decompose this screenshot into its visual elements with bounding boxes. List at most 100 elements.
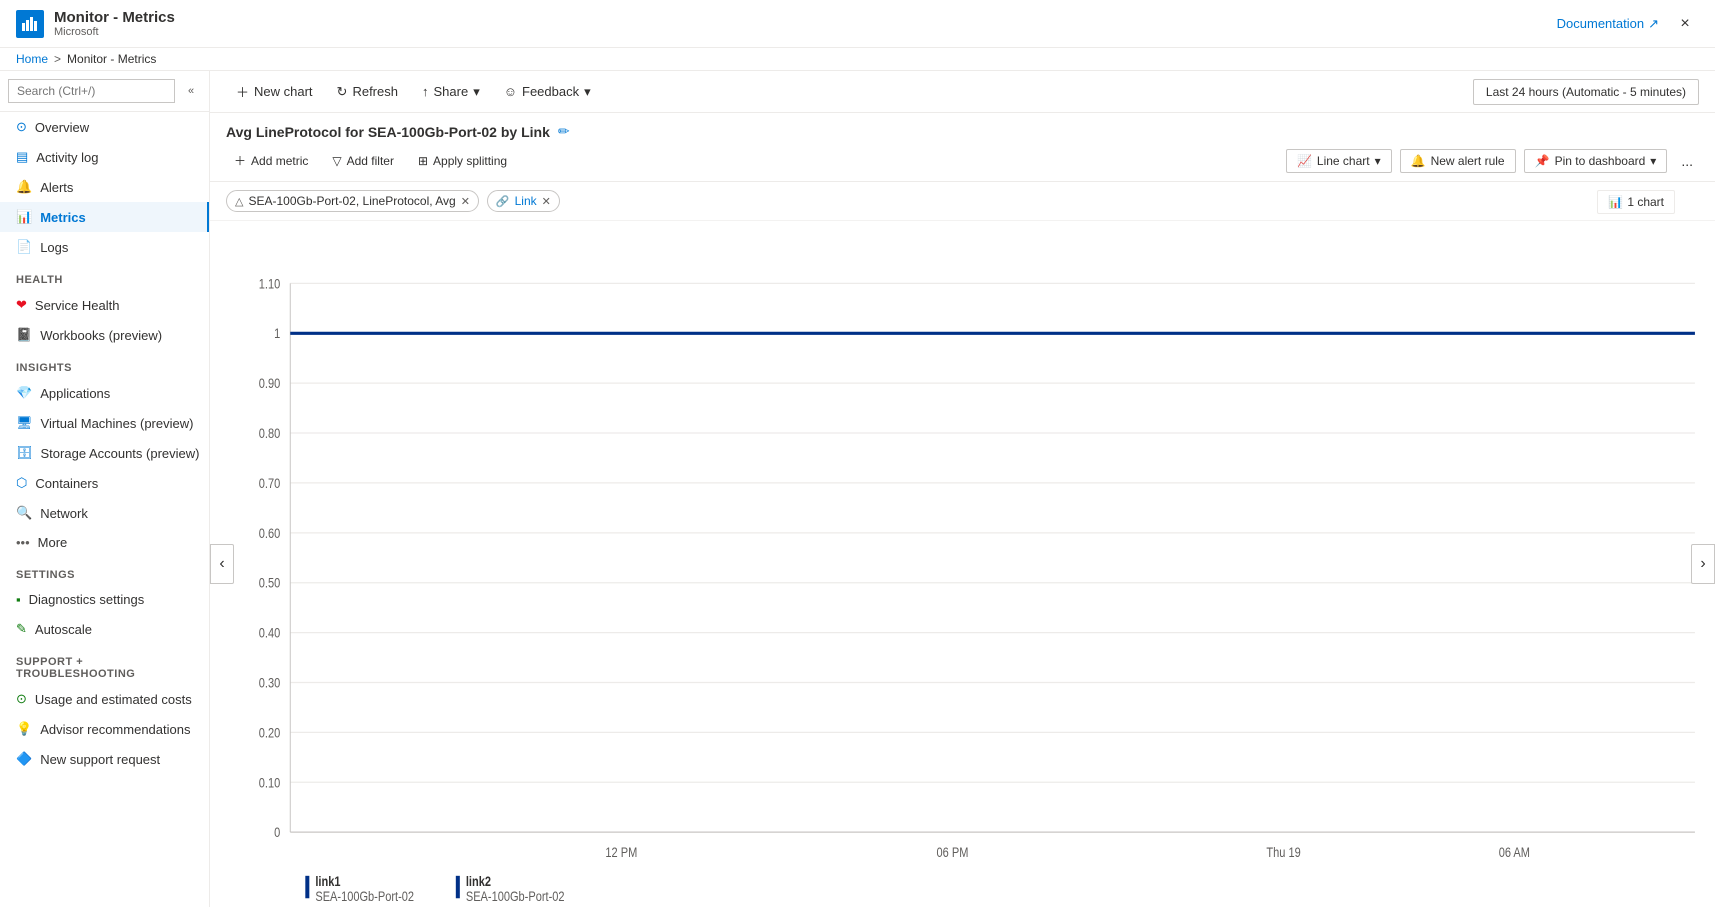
svg-text:0.10: 0.10: [259, 775, 281, 790]
add-metric-button[interactable]: ＋ Add metric: [226, 148, 316, 173]
sidebar-item-autoscale[interactable]: ✎ Autoscale: [0, 614, 209, 644]
feedback-icon: ☺: [504, 84, 517, 99]
chart-header: Avg LineProtocol for SEA-100Gb-Port-02 b…: [210, 113, 1715, 182]
chart-title-row: Avg LineProtocol for SEA-100Gb-Port-02 b…: [226, 123, 1699, 140]
svg-text:SEA-100Gb-Port-02: SEA-100Gb-Port-02: [466, 889, 565, 904]
link-tag-remove[interactable]: ✕: [542, 195, 551, 208]
applications-icon: 💎: [16, 385, 32, 401]
search-input[interactable]: [8, 79, 175, 103]
metric-tag-remove[interactable]: ✕: [461, 195, 470, 208]
chart-tags-row: △ SEA-100Gb-Port-02, LineProtocol, Avg ✕…: [210, 182, 1715, 221]
sidebar: « ⊙ Overview ▤ Activity log 🔔 Alerts 📊 M…: [0, 71, 210, 907]
sidebar-label-more: More: [38, 535, 68, 550]
main-toolbar: ＋ New chart ↻ Refresh ↑ Share ▾ ☺ Feedba…: [210, 71, 1715, 113]
metrics-icon: 📊: [16, 209, 32, 225]
sidebar-item-alerts[interactable]: 🔔 Alerts: [0, 172, 209, 202]
app-identity: Monitor - Metrics Microsoft: [16, 9, 175, 38]
chart-controls: ＋ Add metric ▽ Add filter ⊞ Apply splitt…: [226, 148, 1699, 181]
sidebar-label-network: Network: [40, 506, 88, 521]
network-icon: 🔍: [16, 505, 32, 521]
sidebar-label-containers: Containers: [35, 476, 98, 491]
sidebar-label-workbooks: Workbooks (preview): [40, 328, 162, 343]
sidebar-item-metrics[interactable]: 📊 Metrics: [0, 202, 209, 232]
svg-text:0.80: 0.80: [259, 426, 281, 441]
refresh-button[interactable]: ↻ Refresh: [327, 79, 408, 105]
sidebar-item-containers[interactable]: ⬡ Containers: [0, 468, 209, 498]
sidebar-item-more[interactable]: ••• More: [0, 528, 209, 557]
metric-tag-2[interactable]: 🔗 Link ✕: [487, 190, 560, 212]
link-tag-label: Link: [515, 194, 537, 208]
more-options-button[interactable]: ...: [1675, 149, 1699, 173]
sidebar-item-applications[interactable]: 💎 Applications: [0, 378, 209, 408]
sidebar-item-overview[interactable]: ⊙ Overview: [0, 112, 209, 142]
sidebar-label-overview: Overview: [35, 120, 89, 135]
edit-chart-title-icon[interactable]: ✏: [558, 123, 570, 140]
share-button[interactable]: ↑ Share ▾: [412, 79, 490, 105]
pin-icon: 📌: [1535, 154, 1550, 168]
sidebar-item-workbooks[interactable]: 📓 Workbooks (preview): [0, 320, 209, 350]
sidebar-item-service-health[interactable]: ❤ Service Health: [0, 290, 209, 320]
sidebar-label-activity-log: Activity log: [36, 150, 98, 165]
add-filter-icon: ▽: [332, 154, 341, 168]
sidebar-item-new-support[interactable]: 🔷 New support request: [0, 744, 209, 774]
chart-svg: 1.10 1 0.90 0.80 0.70 0.60 0.50 0.40: [210, 221, 1715, 907]
alerts-icon: 🔔: [16, 179, 32, 195]
breadcrumb-home[interactable]: Home: [16, 52, 48, 66]
refresh-icon: ↻: [337, 84, 348, 100]
service-health-icon: ❤: [16, 297, 27, 313]
svg-text:0.50: 0.50: [259, 576, 281, 591]
chart-body: △ SEA-100Gb-Port-02, LineProtocol, Avg ✕…: [210, 182, 1715, 907]
chart-nav-right[interactable]: ›: [1691, 544, 1715, 584]
sidebar-label-applications: Applications: [40, 386, 110, 401]
chart-count-label: 1 chart: [1627, 195, 1664, 209]
add-filter-button[interactable]: ▽ Add filter: [324, 150, 402, 172]
chart-controls-right: 📈 Line chart ▾ 🔔 New alert rule 📌 Pin to…: [1286, 149, 1699, 173]
sidebar-label-advisor: Advisor recommendations: [40, 722, 190, 737]
add-metric-icon: ＋: [234, 152, 246, 169]
sidebar-label-diagnostics: Diagnostics settings: [29, 592, 145, 607]
sidebar-item-logs[interactable]: 📄 Logs: [0, 232, 209, 262]
new-alert-rule-button[interactable]: 🔔 New alert rule: [1400, 149, 1516, 173]
sidebar-item-virtual-machines[interactable]: 🖥 Virtual Machines (preview): [0, 408, 209, 438]
feedback-chevron-icon: ▾: [584, 84, 591, 100]
sidebar-label-service-health: Service Health: [35, 298, 120, 313]
sidebar-item-activity-log[interactable]: ▤ Activity log: [0, 142, 209, 172]
chart-nav-left[interactable]: ‹: [210, 544, 234, 584]
svg-text:Thu 19: Thu 19: [1266, 845, 1300, 860]
app-subtitle: Microsoft: [54, 26, 175, 38]
sidebar-label-storage-accounts: Storage Accounts (preview): [41, 446, 200, 461]
metric-tag-1[interactable]: △ SEA-100Gb-Port-02, LineProtocol, Avg ✕: [226, 190, 479, 212]
pin-to-dashboard-button[interactable]: 📌 Pin to dashboard ▾: [1524, 149, 1668, 173]
share-icon: ↑: [422, 84, 429, 99]
sidebar-item-storage-accounts[interactable]: 🗄 Storage Accounts (preview): [0, 438, 209, 468]
svg-text:06 AM: 06 AM: [1499, 845, 1530, 860]
usage-costs-icon: ⊙: [16, 691, 27, 707]
sidebar-item-network[interactable]: 🔍 Network: [0, 498, 209, 528]
sidebar-label-logs: Logs: [40, 240, 68, 255]
new-chart-button[interactable]: ＋ New chart: [226, 77, 323, 106]
breadcrumb-current: Monitor - Metrics: [67, 52, 156, 66]
sidebar-item-usage-costs[interactable]: ⊙ Usage and estimated costs: [0, 684, 209, 714]
svg-text:0.90: 0.90: [259, 376, 281, 391]
time-range-button[interactable]: Last 24 hours (Automatic - 5 minutes): [1473, 79, 1699, 105]
new-support-icon: 🔷: [16, 751, 32, 767]
share-chevron-icon: ▾: [473, 84, 480, 100]
feedback-button[interactable]: ☺ Feedback ▾: [494, 79, 601, 105]
svg-text:1.10: 1.10: [259, 276, 281, 291]
breadcrumb: Home > Monitor - Metrics: [0, 48, 1715, 71]
close-button[interactable]: ×: [1671, 10, 1699, 38]
external-link-icon: ↗: [1648, 16, 1659, 32]
sidebar-search-container: «: [0, 71, 209, 112]
sidebar-item-advisor[interactable]: 💡 Advisor recommendations: [0, 714, 209, 744]
documentation-link[interactable]: Documentation ↗: [1557, 16, 1659, 32]
svg-text:0.20: 0.20: [259, 725, 281, 740]
line-chart-button[interactable]: 📈 Line chart ▾: [1286, 149, 1392, 173]
sidebar-label-alerts: Alerts: [40, 180, 73, 195]
apply-splitting-button[interactable]: ⊞ Apply splitting: [410, 150, 515, 172]
storage-accounts-icon: 🗄: [16, 445, 33, 461]
sidebar-item-diagnostics[interactable]: ▪ Diagnostics settings: [0, 585, 209, 614]
autoscale-icon: ✎: [16, 621, 27, 637]
svg-text:0.60: 0.60: [259, 526, 281, 541]
collapse-button[interactable]: «: [181, 81, 201, 101]
sidebar-label-virtual-machines: Virtual Machines (preview): [41, 416, 194, 431]
